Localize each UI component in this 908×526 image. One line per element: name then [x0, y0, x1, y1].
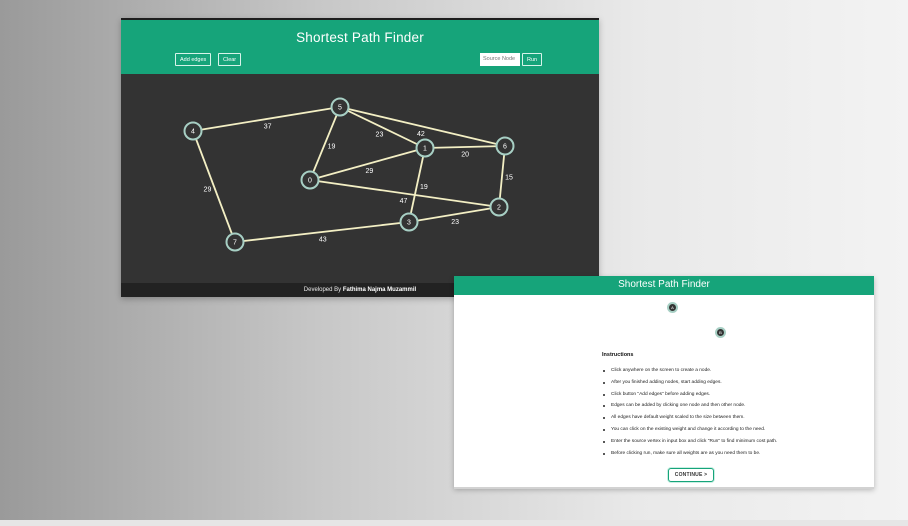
app-header: Shortest Path Finder Add edges Clear Run	[121, 20, 599, 74]
graph-node-label: 2	[497, 205, 501, 212]
edge-weight[interactable]: 20	[461, 151, 469, 158]
graph-canvas[interactable]: 37291923 4229472019152343 01234567	[121, 74, 599, 283]
continue-button[interactable]: CONTINUE >	[668, 468, 714, 482]
edge-weight[interactable]: 23	[451, 219, 459, 226]
instruction-item: You can click on the existing weight and…	[602, 427, 777, 439]
graph-node-label: 5	[338, 105, 342, 112]
dialog-shadow	[454, 487, 874, 489]
footer-prefix: Developed By	[303, 287, 342, 293]
graph-node-label: 6	[503, 144, 507, 151]
edge-weight[interactable]: 15	[505, 175, 513, 182]
graph-node-label: 3	[407, 220, 411, 227]
edge-weight[interactable]: 29	[204, 186, 212, 193]
instruction-item: Click button "Add edges" before adding e…	[602, 392, 777, 404]
demo-node-a: A	[667, 302, 678, 313]
demo-node-b: B	[715, 327, 726, 338]
edge-weight[interactable]: 23	[376, 131, 384, 138]
edge-weight[interactable]: 42	[417, 131, 425, 138]
add-edges-button[interactable]: Add edges	[175, 53, 212, 66]
instruction-item: Enter the source vertex in input box and…	[602, 439, 777, 451]
edge-weight[interactable]: 37	[264, 123, 272, 130]
dialog-header: Shortest Path Finder	[454, 276, 874, 295]
app-window: Shortest Path Finder Add edges Clear Run…	[121, 18, 599, 297]
edge-weight[interactable]: 43	[319, 236, 327, 243]
edge-weight[interactable]: 19	[328, 144, 336, 151]
edge-5-0	[309, 106, 341, 181]
edge-weight[interactable]: 47	[400, 198, 408, 205]
source-node-input[interactable]	[480, 53, 520, 66]
instruction-item: Edges can be added by clicking one node …	[602, 403, 777, 415]
app-title: Shortest Path Finder	[296, 30, 424, 45]
clear-button[interactable]: Clear	[218, 53, 242, 66]
graph-node-label: 4	[191, 129, 195, 136]
edge-weight[interactable]: 29	[365, 168, 373, 175]
instruction-item: All edges have default weight scaled to …	[602, 415, 777, 427]
graph-node-label: 0	[308, 178, 312, 185]
edge-weight[interactable]: 19	[420, 184, 428, 191]
run-button[interactable]: Run	[522, 53, 543, 66]
edge-1-6	[424, 145, 506, 149]
instructions-dialog: Shortest Path Finder A B Instructions Cl…	[454, 276, 874, 488]
graph-node-label: 7	[233, 240, 237, 247]
edge-5-1	[339, 106, 426, 149]
instructions-heading: Instructions	[602, 352, 634, 358]
edge-4-7	[192, 130, 236, 243]
instruction-item: After you finished adding nodes, start a…	[602, 380, 777, 392]
bottom-strip	[0, 520, 908, 526]
instruction-item: Before clicking run, make sure all weigh…	[602, 451, 777, 463]
instructions-list: Click anywhere on the screen to create a…	[602, 368, 777, 462]
instruction-item: Click anywhere on the screen to create a…	[602, 368, 777, 380]
footer-author: Fathima Najma Muzammil	[342, 287, 417, 293]
graph-node-label: 1	[423, 146, 427, 153]
